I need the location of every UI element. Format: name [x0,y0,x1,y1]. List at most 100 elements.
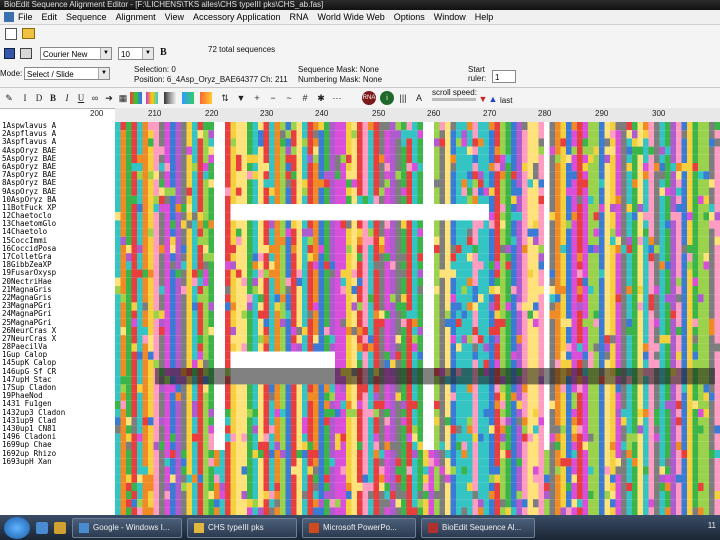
residue-cell[interactable] [115,458,121,467]
residue-cell[interactable] [637,187,644,196]
residue-cell[interactable] [258,318,264,327]
residue-cell[interactable] [472,187,479,196]
residue-cell[interactable] [555,261,561,270]
residue-cell[interactable] [368,458,374,467]
residue-cell[interactable] [489,318,495,327]
residue-cell[interactable] [544,482,550,491]
residue-cell[interactable] [263,261,270,270]
residue-cell[interactable] [324,318,330,327]
residue-cell[interactable] [208,450,215,459]
residue-cell[interactable] [577,220,583,229]
residue-cell[interactable] [467,384,473,393]
residue-cell[interactable] [500,195,506,204]
residue-cell[interactable] [703,220,710,229]
residue-cell[interactable] [340,466,347,475]
residue-cell[interactable] [197,228,204,237]
residue-cell[interactable] [153,392,160,401]
residue-cell[interactable] [373,392,380,401]
residue-cell[interactable] [659,228,666,237]
residue-cell[interactable] [208,130,215,139]
residue-cell[interactable] [126,171,132,180]
residue-cell[interactable] [676,400,682,409]
residue-cell[interactable] [115,294,121,303]
residue-cell[interactable] [252,441,259,450]
residue-cell[interactable] [582,245,589,254]
residue-cell[interactable] [434,343,440,352]
residue-cell[interactable] [208,261,215,270]
residue-cell[interactable] [472,130,479,139]
residue-cell[interactable] [637,269,644,278]
residue-cell[interactable] [186,195,193,204]
residue-cell[interactable] [615,417,622,426]
residue-cell[interactable] [599,327,605,336]
residue-cell[interactable] [555,318,561,327]
residue-cell[interactable] [164,351,171,360]
residue-cell[interactable] [494,433,501,442]
residue-cell[interactable] [329,154,336,163]
residue-cell[interactable] [192,351,198,360]
residue-cell[interactable] [175,146,182,155]
residue-cell[interactable] [159,417,165,426]
residue-cell[interactable] [709,195,715,204]
residue-cell[interactable] [159,409,165,418]
residue-cell[interactable] [549,343,556,352]
residue-cell[interactable] [126,122,132,131]
residue-cell[interactable] [467,253,473,262]
residue-cell[interactable] [318,359,325,368]
residue-cell[interactable] [329,302,336,311]
residue-cell[interactable] [357,294,363,303]
residue-cell[interactable] [274,302,281,311]
residue-cell[interactable] [390,302,396,311]
residue-cell[interactable] [483,302,490,311]
residue-cell[interactable] [351,491,358,500]
residue-cell[interactable] [599,384,605,393]
residue-cell[interactable] [307,433,314,442]
residue-cell[interactable] [236,154,242,163]
residue-cell[interactable] [230,245,237,254]
residue-cell[interactable] [654,441,660,450]
residue-cell[interactable] [582,286,589,295]
residue-cell[interactable] [291,318,297,327]
residue-cell[interactable] [120,245,127,254]
residue-cell[interactable] [170,294,176,303]
residue-cell[interactable] [362,392,369,401]
residue-cell[interactable] [456,392,462,401]
residue-cell[interactable] [505,409,512,418]
residue-cell[interactable] [709,261,715,270]
residue-cell[interactable] [588,122,594,131]
residue-cell[interactable] [648,187,655,196]
residue-cell[interactable] [335,482,341,491]
residue-cell[interactable] [549,212,556,221]
residue-cell[interactable] [252,277,259,286]
residue-cell[interactable] [604,294,611,303]
residue-cell[interactable] [714,302,720,311]
residue-cell[interactable] [357,122,363,131]
residue-cell[interactable] [681,122,688,131]
residue-cell[interactable] [450,187,457,196]
residue-cell[interactable] [522,351,528,360]
residue-cell[interactable] [324,245,330,254]
residue-cell[interactable] [379,466,385,475]
residue-cell[interactable] [351,212,358,221]
residue-cell[interactable] [654,179,660,188]
residue-cell[interactable] [120,154,127,163]
residue-cell[interactable] [533,261,539,270]
residue-cell[interactable] [593,228,600,237]
residue-cell[interactable] [494,138,501,147]
residue-cell[interactable] [478,212,484,221]
residue-cell[interactable] [588,302,594,311]
residue-cell[interactable] [285,441,292,450]
residue-cell[interactable] [285,154,292,163]
residue-cell[interactable] [258,441,264,450]
residue-cell[interactable] [467,466,473,475]
residue-cell[interactable] [500,277,506,286]
delete-tool[interactable]: D [34,92,44,104]
residue-cell[interactable] [186,458,193,467]
residue-cell[interactable] [516,327,523,336]
residue-cell[interactable] [269,450,275,459]
residue-cell[interactable] [610,163,616,172]
residue-cell[interactable] [192,146,198,155]
residue-cell[interactable] [467,400,473,409]
residue-cell[interactable] [560,138,567,147]
residue-cell[interactable] [456,236,462,245]
